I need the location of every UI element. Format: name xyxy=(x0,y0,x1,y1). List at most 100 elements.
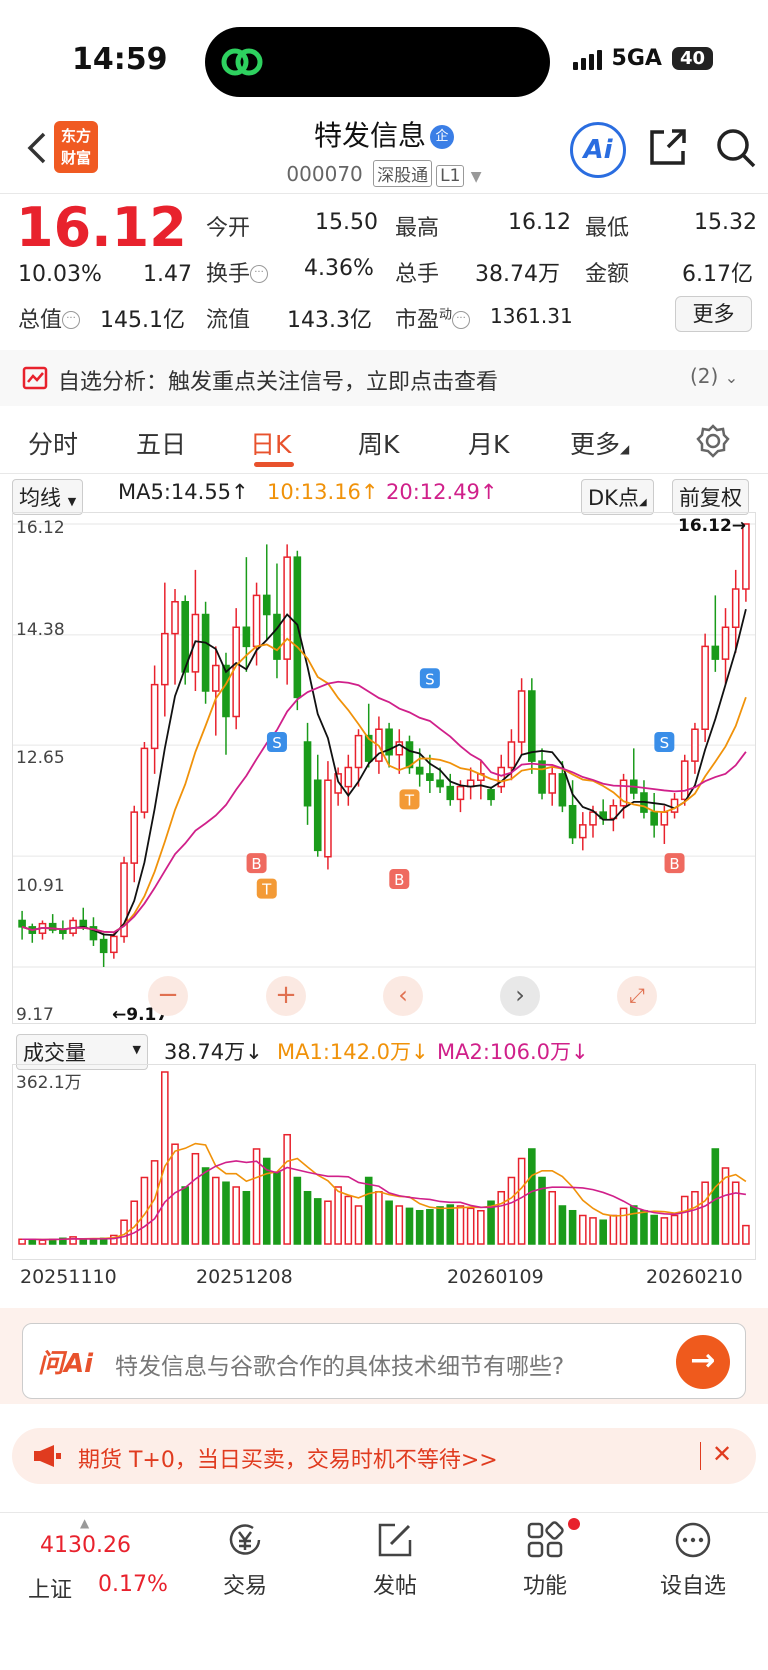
candle-body xyxy=(487,789,495,801)
megaphone-icon xyxy=(34,1445,61,1467)
tab-more-label: 更多 xyxy=(570,430,621,459)
volume-bar xyxy=(426,1209,434,1245)
volume-bar xyxy=(375,1190,383,1245)
index-change[interactable]: 0.17% xyxy=(98,1572,168,1597)
volume-bar xyxy=(670,1214,679,1245)
candle-body xyxy=(252,594,261,648)
candle-body xyxy=(201,613,210,692)
volume-chart[interactable] xyxy=(12,1064,756,1260)
vol-ma1: MA1:142.0万↓ xyxy=(277,1040,429,1064)
ai-button[interactable]: Ai xyxy=(570,122,626,178)
candle-body xyxy=(18,919,26,928)
change-amount: 1.47 xyxy=(143,262,192,287)
index-value[interactable]: 4130.26 xyxy=(40,1533,131,1558)
settings-gear-icon[interactable] xyxy=(696,424,730,458)
signal-label: S xyxy=(660,734,670,752)
promo-text[interactable]: 期货 T+0，当日买卖，交易时机不等待>> xyxy=(78,1442,498,1474)
banner-count[interactable]: (2) ⌄ xyxy=(690,364,738,388)
search-icon[interactable] xyxy=(715,127,757,169)
volume-bar xyxy=(731,1181,740,1245)
axis-label-min: 9.17 xyxy=(16,1005,54,1025)
corner-triangle-icon: ◢ xyxy=(638,497,647,508)
zoom-in-button[interactable]: + xyxy=(266,976,306,1016)
candle-body xyxy=(436,779,444,788)
chevron-down-icon: ▼ xyxy=(470,169,482,185)
close-icon[interactable]: ✕ xyxy=(712,1440,732,1468)
nav-trade-label: 交易 xyxy=(222,1574,267,1599)
volume-bar xyxy=(446,1204,455,1245)
high-label: 最高 xyxy=(395,216,440,241)
volume-label: 总手 xyxy=(395,262,440,287)
indicator-select[interactable]: 均线 ▼ xyxy=(12,479,84,515)
turnover-label-text: 换手 xyxy=(206,262,251,287)
turnover-label[interactable]: 换手 ··· xyxy=(206,256,269,288)
scroll-right-button[interactable]: › xyxy=(500,976,540,1016)
tab-daily-k[interactable]: 日K xyxy=(250,425,291,461)
nav-watchlist[interactable]: 设自选 xyxy=(638,1520,748,1600)
volume-bar xyxy=(69,1236,77,1245)
nav-function[interactable]: 功能 xyxy=(490,1520,600,1600)
tab-monthly-k[interactable]: 月K xyxy=(468,425,509,461)
pe-label-text: 市盈 xyxy=(395,308,440,333)
candle-body xyxy=(415,766,424,775)
kline-chart[interactable]: SBTSBTSB xyxy=(12,512,756,1024)
axis-label-max: 16.12 xyxy=(16,518,65,538)
pe-value: 1361.31 xyxy=(490,304,573,328)
yen-icon xyxy=(229,1524,261,1555)
date-label-2: 20251208 xyxy=(196,1266,293,1288)
banner-text[interactable]: 自选分析：触发重点关注信号，立即点击查看 xyxy=(58,364,498,396)
dk-point-button[interactable]: DK点◢ xyxy=(581,479,654,515)
candle-body xyxy=(426,773,434,781)
nav-trade[interactable]: 交易 xyxy=(190,1520,300,1600)
scroll-left-button[interactable]: ‹ xyxy=(383,976,423,1016)
volume-bar xyxy=(181,1186,190,1245)
indicator-select-label: 均线 xyxy=(19,486,61,510)
signal-label: B xyxy=(394,871,404,889)
date-label-3: 20260109 xyxy=(447,1266,544,1288)
volume-bar xyxy=(354,1205,363,1245)
candle-body xyxy=(446,785,455,801)
volume-bar xyxy=(38,1239,47,1245)
fullscreen-button[interactable]: ⤢ xyxy=(617,976,657,1016)
zoom-out-button[interactable]: − xyxy=(148,976,188,1016)
index-name[interactable]: 上证 xyxy=(28,1572,72,1604)
share-icon[interactable] xyxy=(648,127,688,167)
ask-ai-question[interactable]: 特发信息与谷歌合作的具体技术细节有哪些? xyxy=(115,1347,564,1381)
chart-icon xyxy=(22,366,48,390)
header-divider xyxy=(0,193,768,194)
candle-body xyxy=(680,760,689,801)
volume-bar xyxy=(568,1209,577,1245)
ask-ai-send-button[interactable]: → xyxy=(676,1335,730,1389)
volume-bar xyxy=(161,1071,169,1245)
volume-bar xyxy=(619,1207,628,1245)
mktcap-label[interactable]: 总值 ··· xyxy=(18,302,81,334)
nav-post-label: 发帖 xyxy=(372,1574,417,1599)
candle-body xyxy=(313,779,322,852)
candle-body xyxy=(324,779,332,858)
candle-body xyxy=(721,626,730,660)
volume-bar xyxy=(364,1176,373,1245)
candle-body xyxy=(140,747,149,813)
more-quote-button[interactable]: 更多 xyxy=(675,296,752,332)
candle-body xyxy=(303,741,312,807)
candle-body xyxy=(99,938,108,954)
volume-bar xyxy=(191,1152,200,1245)
candle-body xyxy=(242,626,251,648)
tab-five-day[interactable]: 五日 xyxy=(136,425,186,461)
axis-label-4: 10.91 xyxy=(16,876,65,896)
tab-more[interactable]: 更多◢ xyxy=(570,425,629,461)
candle-body xyxy=(456,785,465,801)
volume-bar xyxy=(334,1186,342,1245)
volume-bar xyxy=(691,1190,699,1245)
banner-count-text: (2) xyxy=(690,364,719,388)
signal-label: B xyxy=(251,855,261,873)
adjust-button[interactable]: 前复权 xyxy=(672,479,749,515)
nav-post[interactable]: 发帖 xyxy=(340,1520,450,1600)
volume-bar xyxy=(415,1209,424,1245)
promo-separator xyxy=(700,1442,701,1470)
tab-weekly-k[interactable]: 周K xyxy=(358,425,399,461)
tab-intraday[interactable]: 分时 xyxy=(28,425,78,461)
pe-label[interactable]: 市盈动 ··· xyxy=(395,302,471,334)
volume-bar xyxy=(538,1176,546,1245)
candle-body xyxy=(171,601,179,635)
